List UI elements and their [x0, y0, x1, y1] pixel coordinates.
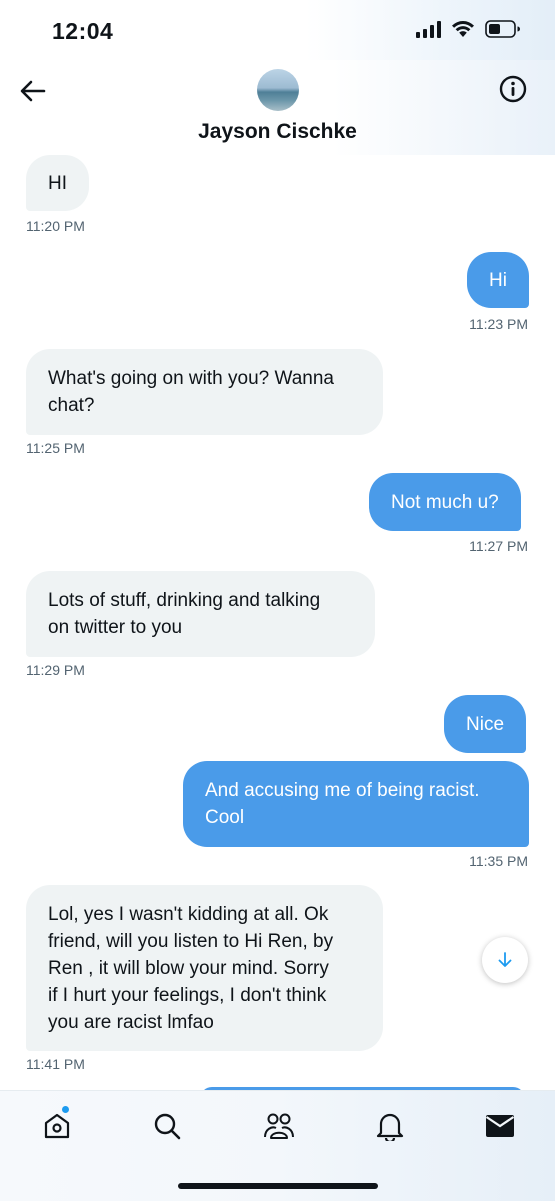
message-text-line: on twitter to you	[48, 617, 183, 638]
info-icon[interactable]	[499, 75, 527, 103]
message-bubble-incoming[interactable]: Lots of stuff, drinking and talking on t…	[26, 571, 375, 657]
tab-messages[interactable]	[483, 1109, 517, 1143]
scroll-to-bottom-button[interactable]	[482, 937, 528, 983]
message-timestamp: 11:23 PM	[469, 316, 528, 332]
message-bubble-outgoing[interactable]: And accusing me of being racist. Cool	[183, 761, 529, 847]
search-icon	[154, 1113, 181, 1140]
notification-badge	[62, 1106, 69, 1113]
back-arrow-icon[interactable]	[18, 76, 48, 106]
message-bubble-outgoing[interactable]: Not much u?	[369, 473, 521, 531]
communities-icon	[264, 1113, 294, 1139]
status-icons	[416, 20, 521, 38]
message-text-line: Ren , it will blow your mind. Sorry	[48, 957, 329, 979]
arrow-down-icon	[498, 952, 512, 967]
avatar[interactable]	[257, 69, 299, 111]
cellular-signal-icon	[416, 20, 441, 38]
message-timestamp: 11:25 PM	[26, 440, 85, 456]
message-text: Nice	[466, 713, 505, 735]
battery-icon	[485, 20, 520, 38]
message-text-line: And accusing me of being racist.	[205, 780, 480, 801]
message-bubble-outgoing[interactable]: Nice	[444, 695, 527, 753]
message-bubble-incoming[interactable]: What's going on with you? Wanna chat?	[26, 349, 383, 435]
mail-icon	[485, 1115, 515, 1137]
message-text: Hi	[489, 269, 507, 291]
message-bubble-incoming[interactable]: Lol, yes I wasn't kidding at all. Ok fri…	[26, 885, 383, 1051]
message-timestamp: 11:35 PM	[469, 853, 528, 869]
status-bar: 12:04	[0, 0, 555, 60]
home-indicator	[178, 1183, 378, 1189]
message-timestamp: 11:41 PM	[26, 1056, 85, 1072]
tab-search[interactable]	[150, 1109, 184, 1143]
message-text: Not much u?	[391, 491, 499, 513]
message-bubble-incoming[interactable]: HI	[26, 155, 89, 211]
message-text-line: What's going on with you? Wanna	[48, 368, 334, 389]
bell-icon	[376, 1113, 404, 1141]
message-timestamp: 11:29 PM	[26, 662, 85, 678]
message-text-line: Cool	[205, 807, 245, 828]
message-text-line: Lots of stuff, drinking and talking	[48, 590, 321, 611]
status-time: 12:04	[52, 18, 114, 44]
message-text-line: you are racist lmfao	[48, 1011, 214, 1033]
message-text-line: friend, will you listen to Hi Ren, by	[48, 930, 334, 952]
message-text: HI	[48, 172, 67, 194]
tab-communities[interactable]	[262, 1109, 296, 1143]
home-icon	[44, 1113, 70, 1139]
message-text-line: if I hurt your feelings, I don't think	[48, 984, 327, 1006]
tab-notifications[interactable]	[373, 1109, 407, 1143]
message-text-line: chat?	[48, 395, 95, 416]
wifi-icon	[452, 21, 474, 37]
conversation-header: Jayson Cischke	[0, 60, 555, 155]
message-text-line: Lol, yes I wasn't kidding at all. Ok	[48, 903, 329, 925]
message-timestamp: 11:20 PM	[26, 218, 85, 234]
tab-home[interactable]	[40, 1109, 74, 1143]
message-bubble-outgoing[interactable]: Hi	[467, 252, 529, 308]
contact-name[interactable]: Jayson Cischke	[0, 120, 555, 144]
message-list[interactable]: HI 11:20 PM Hi 11:23 PM What's going on …	[0, 155, 555, 1090]
message-timestamp: 11:27 PM	[469, 538, 528, 554]
